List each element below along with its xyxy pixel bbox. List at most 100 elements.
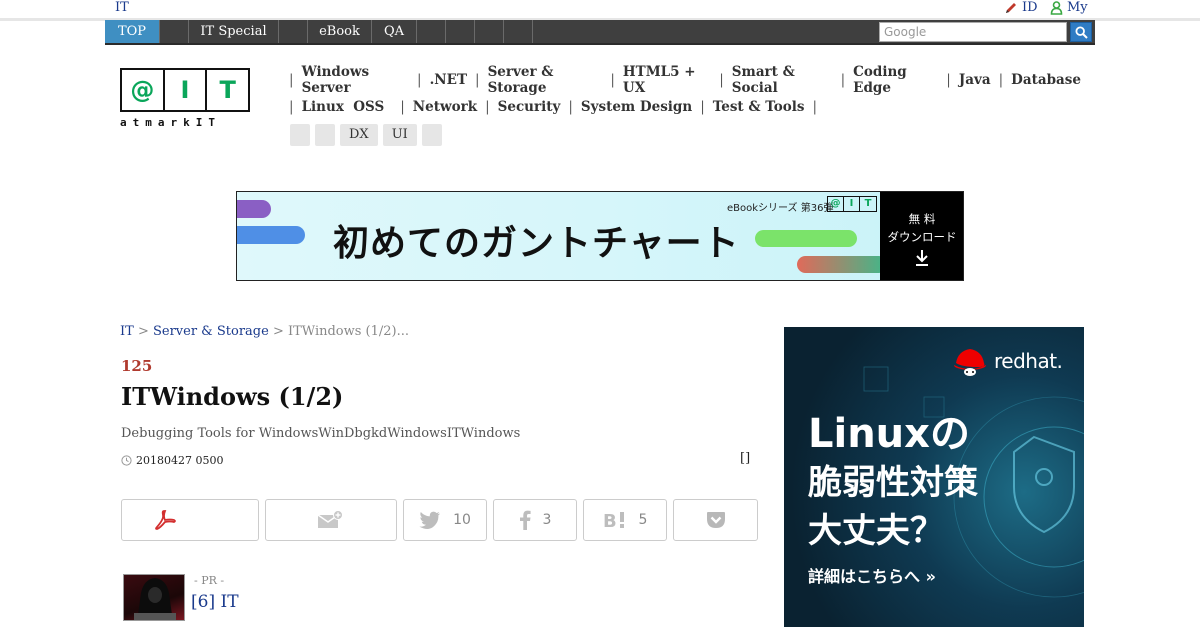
mail-share-button[interactable] <box>265 499 397 541</box>
article-title: ITWindows (1/2) <box>121 382 344 411</box>
topic-chip-dx[interactable]: DX <box>340 124 378 146</box>
my-label: My <box>1067 0 1088 15</box>
twitter-share-button[interactable]: 10 <box>403 499 487 541</box>
tab-blank-4[interactable] <box>446 20 475 43</box>
category-dotnet[interactable]: .NET <box>430 72 467 88</box>
logo-cell: T <box>219 76 236 104</box>
tab-blank-2[interactable] <box>279 20 308 43</box>
twitter-icon <box>419 511 441 529</box>
banner-decor <box>797 256 887 273</box>
category-smart-social[interactable]: Smart & Social <box>732 64 833 96</box>
ebook-banner[interactable]: 初めてのガントチャート eBookシリーズ 第36弾 @ I T 無 料 ダウン… <box>236 191 964 281</box>
tab-qa[interactable]: QA <box>372 20 417 43</box>
breadcrumb-current: ITWindows (1/2)... <box>288 324 410 339</box>
category-java[interactable]: Java <box>959 72 991 88</box>
breadcrumb: IT > Server & Storage > ITWindows (1/2).… <box>120 324 409 339</box>
banner-logo-cell: T <box>864 198 872 209</box>
tab-blank-6[interactable] <box>504 20 533 43</box>
clock-icon <box>121 455 132 466</box>
hooded-figure-image <box>134 578 176 620</box>
ad-line-2: 脆弱性対策 <box>808 463 978 503</box>
banner-headline: 初めてのガントチャート <box>333 223 740 264</box>
tab-blank-1[interactable] <box>160 20 189 43</box>
category-windows-server[interactable]: Windows Server <box>302 64 409 96</box>
facebook-share-button[interactable]: 3 <box>493 499 577 541</box>
tab-it-special[interactable]: IT Special <box>189 20 279 43</box>
site-logo[interactable]: @ I T atmarkIT <box>120 68 250 132</box>
hatena-bookmark-button[interactable]: B 5 <box>583 499 667 541</box>
search-input[interactable]: Google <box>879 22 1067 42</box>
topic-chips: DX UI <box>290 124 442 146</box>
banner-logo: @ I T <box>827 196 877 212</box>
ad-line-3: 大丈夫？ <box>808 511 944 551</box>
category-server-storage[interactable]: Server & Storage <box>488 64 603 96</box>
id-label: ID <box>1022 0 1038 15</box>
breadcrumb-home[interactable]: IT <box>120 324 134 339</box>
banner-logo-cell: I <box>844 197 860 211</box>
topic-chip[interactable] <box>290 124 310 146</box>
pr-label: - PR - <box>194 574 225 587</box>
banner-decor <box>755 230 857 247</box>
breadcrumb-sep: > <box>137 324 153 339</box>
topic-chip-ui[interactable]: UI <box>382 124 417 146</box>
pdf-button[interactable] <box>121 499 259 541</box>
tab-top[interactable]: TOP <box>105 20 160 43</box>
my-link[interactable]: My <box>1050 0 1088 15</box>
mail-add-icon <box>317 510 343 528</box>
tab-blank-5[interactable] <box>475 20 504 43</box>
category-row-1: | Windows Server | .NET | Server & Storage … <box>289 63 1081 96</box>
publish-date-text: 20180427 0500 <box>136 454 224 467</box>
ad-line-1: Linuxの <box>808 411 970 457</box>
banner-series: eBookシリーズ 第36弾 <box>727 203 834 214</box>
category-linux-oss[interactable]: Linux OSS <box>302 99 385 115</box>
category-test-tools[interactable]: Test & Tools <box>713 99 805 115</box>
download-line-1: 無 料 <box>908 212 936 226</box>
logo-cell: @ <box>122 70 165 110</box>
article-lead: Debugging Tools for WindowsWinDbgkdWindo… <box>121 426 521 441</box>
tab-blank-3[interactable] <box>417 20 446 43</box>
logo-cell: I <box>165 70 208 110</box>
category-nav: | Windows Server | .NET | Server & Storage … <box>289 63 1089 120</box>
breadcrumb-sep: > <box>272 324 288 339</box>
search-button[interactable] <box>1070 22 1092 42</box>
site-link[interactable]: IT <box>115 0 129 15</box>
series-number: 125 <box>121 357 153 375</box>
redhat-brand: redhat. <box>994 349 1063 373</box>
logo-subtitle: atmarkIT <box>120 116 221 129</box>
category-coding-edge[interactable]: Coding Edge <box>853 64 938 96</box>
download-line-2: ダウンロード <box>887 230 957 244</box>
user-icon <box>1050 0 1063 15</box>
category-html5-ux[interactable]: HTML5 + UX <box>623 64 711 96</box>
svg-text:B: B <box>603 511 617 529</box>
pdf-icon <box>155 510 176 530</box>
facebook-icon <box>519 510 531 530</box>
author-bracket[interactable]: [] <box>740 451 750 466</box>
facebook-count: 3 <box>542 512 552 528</box>
main-nav: TOP IT Special eBook QA Google <box>105 20 1095 45</box>
banner-decor <box>237 226 305 244</box>
banner-logo-cell: @ <box>828 197 844 211</box>
topic-chip[interactable] <box>315 124 335 146</box>
pr-link[interactable]: [6] IT <box>191 592 239 612</box>
publish-date: 20180427 0500 <box>121 454 223 467</box>
pr-thumbnail[interactable] <box>123 574 185 621</box>
category-security[interactable]: Security <box>498 99 561 115</box>
breadcrumb-section[interactable]: Server & Storage <box>153 324 269 339</box>
redhat-logo-icon <box>954 349 986 376</box>
category-network[interactable]: Network <box>413 99 477 115</box>
topic-chip[interactable] <box>421 124 442 146</box>
category-system-design[interactable]: System Design <box>581 99 692 115</box>
id-link[interactable]: ID <box>1004 0 1038 15</box>
category-database[interactable]: Database <box>1011 72 1081 88</box>
tab-ebook[interactable]: eBook <box>308 20 372 43</box>
banner-download-button[interactable]: 無 料 ダウンロード <box>880 192 963 280</box>
pencil-icon <box>1006 2 1016 13</box>
hatena-icon: B <box>603 511 624 529</box>
pocket-icon <box>706 512 725 528</box>
pocket-button[interactable] <box>673 499 758 541</box>
hatena-count: 5 <box>638 512 648 528</box>
ad-cta[interactable]: 詳細はこちらへ » <box>808 563 936 587</box>
redhat-ad[interactable]: redhat. Linuxの 脆弱性対策 大丈夫？ 詳細はこちらへ » <box>784 327 1084 627</box>
logo-box: @ I T <box>120 68 250 112</box>
category-row-2: | Linux OSS | Network | Security | System De… <box>289 98 818 115</box>
